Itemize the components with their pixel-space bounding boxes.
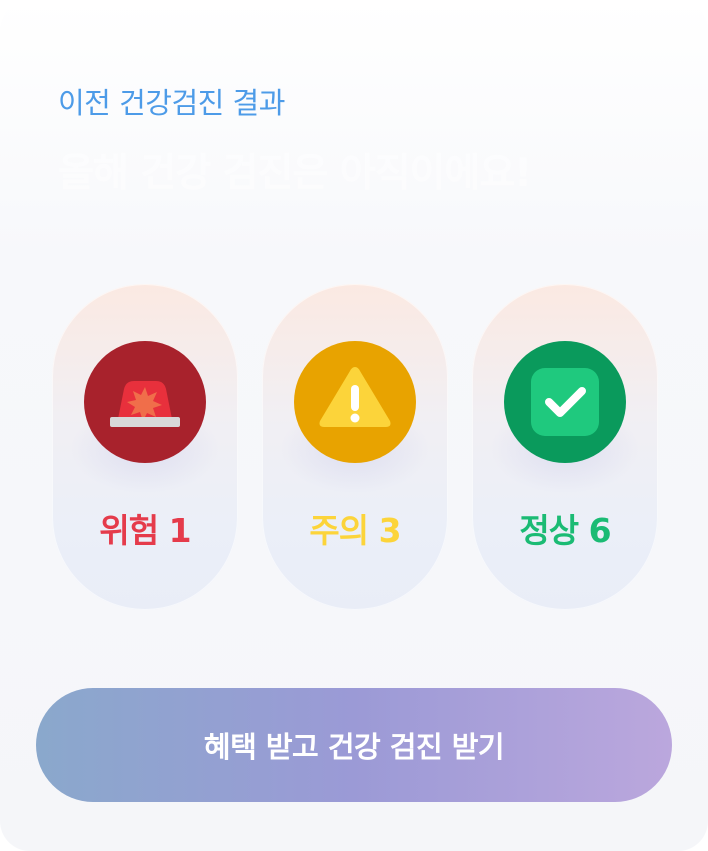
caution-result-pill[interactable]: 주의 3 <box>262 284 448 610</box>
danger-result-pill[interactable]: 위험 1 <box>52 284 238 610</box>
health-checkup-card: 이전 건강검진 결과 올해 건강 검진은 아직이에요! 위험 1 주의 3 정상… <box>0 0 708 851</box>
get-checkup-button-label: 혜택 받고 건강 검진 받기 <box>203 730 505 764</box>
normal-count-label: 정상 6 <box>519 511 611 550</box>
warning-icon <box>294 341 416 463</box>
caution-count-label: 주의 3 <box>309 511 401 550</box>
result-summary: 위험 1 주의 3 정상 6 <box>52 284 658 610</box>
normal-result-pill[interactable]: 정상 6 <box>472 284 658 610</box>
siren-icon <box>84 341 206 463</box>
get-checkup-button[interactable]: 혜택 받고 건강 검진 받기 <box>36 688 672 802</box>
section-headline: 올해 건강 검진은 아직이에요! <box>58 151 532 196</box>
section-subtitle: 이전 건강검진 결과 <box>58 86 285 120</box>
danger-count-label: 위험 1 <box>99 511 191 550</box>
check-icon <box>504 341 626 463</box>
